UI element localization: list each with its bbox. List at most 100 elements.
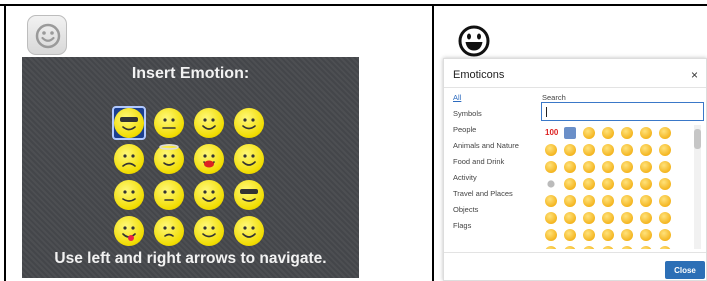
middle-divider: [432, 4, 434, 281]
money-face-icon[interactable]: [114, 180, 144, 210]
emoji-face-icon[interactable]: [659, 178, 671, 190]
emotion-grid: [110, 104, 266, 246]
devil-face-icon[interactable]: [234, 216, 264, 246]
number-input-icon[interactable]: [564, 127, 576, 139]
dialog-footer-divider: [444, 252, 706, 253]
top-border: [0, 4, 707, 6]
hat-face-icon[interactable]: [234, 180, 264, 210]
surprised-face-icon[interactable]: [154, 216, 184, 246]
dizzy-face-icon[interactable]: [154, 180, 184, 210]
emoji-face-icon[interactable]: [659, 161, 671, 173]
close-button[interactable]: Close: [665, 261, 705, 279]
emoji-face-icon[interactable]: [640, 246, 652, 249]
emoji-face-icon[interactable]: [564, 229, 576, 241]
category-food-and-drink[interactable]: Food and Drink: [453, 157, 504, 166]
emoji-face-icon[interactable]: [640, 161, 652, 173]
emoji-face-icon[interactable]: [621, 212, 633, 224]
dialog-header-divider: [444, 87, 706, 88]
emoji-face-icon[interactable]: [621, 127, 633, 139]
emoji-face-icon[interactable]: [602, 144, 614, 156]
left-border: [4, 4, 6, 281]
navigation-hint: Use left and right arrows to navigate.: [54, 250, 327, 267]
emoji-face-icon[interactable]: [640, 178, 652, 190]
emoji-face-icon[interactable]: [583, 127, 595, 139]
insert-emotion-button[interactable]: [27, 15, 67, 55]
emoji-face-icon[interactable]: [640, 127, 652, 139]
emoji-face-icon[interactable]: [545, 246, 557, 249]
smiling-face-icon[interactable]: [234, 144, 264, 174]
emoji-face-icon[interactable]: [564, 212, 576, 224]
category-flags[interactable]: Flags: [453, 221, 471, 230]
emoji-face-icon[interactable]: [659, 144, 671, 156]
halo-face-icon[interactable]: [154, 144, 184, 174]
emoji-face-icon[interactable]: [545, 144, 557, 156]
emoji-face-icon[interactable]: [621, 178, 633, 190]
emoji-face-icon[interactable]: [621, 246, 633, 249]
emoji-face-icon[interactable]: [621, 195, 633, 207]
category-animals-and-nature[interactable]: Animals and Nature: [453, 141, 519, 150]
emoji-face-icon[interactable]: [640, 144, 652, 156]
emoji-face-icon[interactable]: [583, 229, 595, 241]
emoji-grid: 100: [543, 125, 691, 249]
category-activity[interactable]: Activity: [453, 173, 477, 182]
dialog-title: Emoticons: [453, 69, 505, 81]
cool-face-icon[interactable]: [194, 108, 224, 138]
emoji-face-icon[interactable]: [659, 195, 671, 207]
emoji-face-icon[interactable]: [564, 178, 576, 190]
emoji-face-icon[interactable]: [583, 212, 595, 224]
emoji-face-icon[interactable]: [621, 161, 633, 173]
emoji-face-icon[interactable]: [640, 212, 652, 224]
small-dot-icon[interactable]: [547, 180, 555, 188]
emoji-face-icon[interactable]: [602, 195, 614, 207]
category-people[interactable]: People: [453, 125, 476, 134]
kissing-face-icon[interactable]: [194, 144, 224, 174]
emoji-face-icon[interactable]: [564, 144, 576, 156]
emoji-face-icon[interactable]: [583, 161, 595, 173]
emoji-face-icon[interactable]: [640, 195, 652, 207]
emoji-face-icon[interactable]: [659, 246, 671, 249]
search-input[interactable]: [541, 102, 704, 121]
emoji-face-icon[interactable]: [602, 178, 614, 190]
search-label: Search: [542, 93, 566, 102]
emoji-face-icon[interactable]: [602, 212, 614, 224]
emoji-face-icon[interactable]: [659, 229, 671, 241]
emoji-face-icon[interactable]: [621, 229, 633, 241]
grimacing-face-icon[interactable]: [154, 108, 184, 138]
emoji-face-icon[interactable]: [583, 144, 595, 156]
emoji-face-icon[interactable]: [602, 127, 614, 139]
category-all[interactable]: All: [453, 93, 461, 102]
emoji-face-icon[interactable]: [659, 127, 671, 139]
emoji-face-icon[interactable]: [602, 229, 614, 241]
emoji-face-icon[interactable]: [564, 246, 576, 249]
emoji-face-icon[interactable]: [640, 229, 652, 241]
emoji-face-icon[interactable]: [545, 229, 557, 241]
emoji-face-icon[interactable]: [545, 161, 557, 173]
category-travel-and-places[interactable]: Travel and Places: [453, 189, 513, 198]
scrollbar-thumb[interactable]: [694, 129, 701, 149]
tongue-face-icon[interactable]: [114, 216, 144, 246]
text-caret: [546, 107, 547, 117]
category-objects[interactable]: Objects: [453, 205, 478, 214]
emoji-face-icon[interactable]: [583, 195, 595, 207]
emoji-face-icon[interactable]: [545, 212, 557, 224]
close-icon[interactable]: ×: [691, 68, 698, 82]
grinning-face-icon[interactable]: [457, 24, 491, 58]
emoji-face-icon[interactable]: [602, 161, 614, 173]
emoji-face-icon[interactable]: [564, 195, 576, 207]
category-symbols[interactable]: Symbols: [453, 109, 482, 118]
emoji-face-icon[interactable]: [583, 246, 595, 249]
emoji-face-icon[interactable]: [621, 144, 633, 156]
winking-face-icon[interactable]: [194, 216, 224, 246]
frowning-face-icon[interactable]: [114, 144, 144, 174]
hundred-points-icon[interactable]: 100: [545, 127, 558, 139]
screenshot-frame: Insert Emotion: Use left and right arrow…: [0, 0, 707, 281]
emoji-face-icon[interactable]: [659, 212, 671, 224]
emoji-scrollbar[interactable]: [694, 125, 701, 249]
squinting-face-icon[interactable]: [234, 108, 264, 138]
emoji-face-icon[interactable]: [602, 246, 614, 249]
emoji-face-icon[interactable]: [583, 178, 595, 190]
sunglasses-face-icon[interactable]: [114, 108, 144, 138]
emoji-face-icon[interactable]: [564, 161, 576, 173]
happy-face-icon[interactable]: [194, 180, 224, 210]
emoji-face-icon[interactable]: [545, 195, 557, 207]
